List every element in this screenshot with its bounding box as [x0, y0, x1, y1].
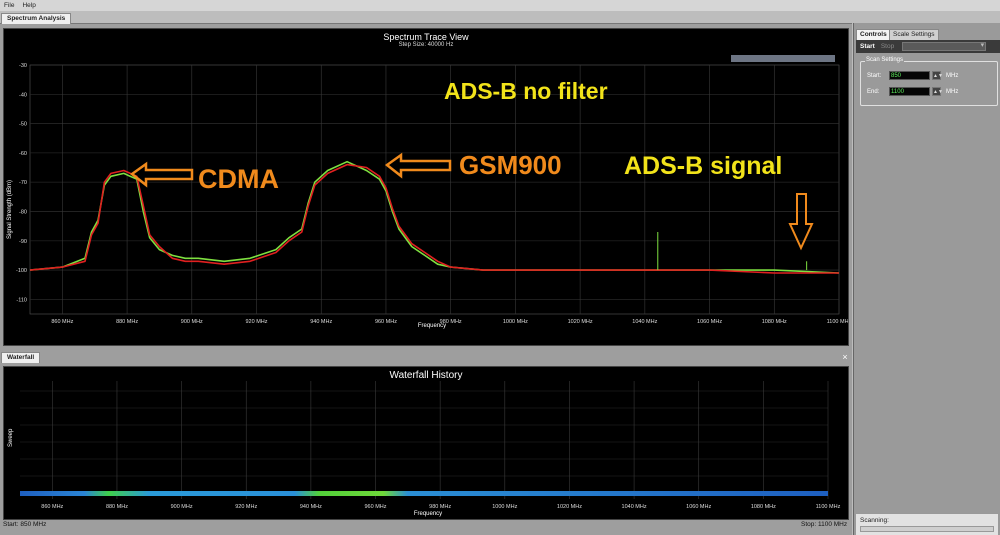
waterfall-x-tick-label: 1100 MHz — [816, 504, 841, 510]
annotation-adsb: ADS-B signal — [624, 152, 782, 180]
x-tick-label: 1080 MHz — [762, 319, 787, 325]
y-axis-label: Signal Strength (dBm) — [7, 180, 13, 239]
x-tick-label: 1000 MHz — [503, 319, 528, 325]
end-label: End: — [867, 88, 880, 95]
x-tick-label: 940 MHz — [310, 319, 332, 325]
end-freq-input[interactable]: 1100 — [889, 87, 930, 96]
x-tick-label: 860 MHz — [51, 319, 73, 325]
y-tick-label: -40 — [19, 92, 27, 98]
plot-frame — [29, 64, 840, 315]
start-button[interactable]: Start — [860, 43, 875, 50]
tab-waterfall[interactable]: Waterfall — [1, 352, 41, 363]
y-tick-label: -30 — [19, 63, 27, 69]
spectrum-trace-panel: Spectrum Trace View Step Size: 40000 Hz … — [3, 28, 849, 346]
x-tick-label: 880 MHz — [116, 319, 138, 325]
annotation-cdma: CDMA — [198, 164, 279, 194]
tab-controls[interactable]: Controls — [856, 29, 891, 40]
scanning-progress-bar — [860, 526, 994, 532]
x-tick-label: 960 MHz — [375, 319, 397, 325]
waterfall-x-tick-label: 960 MHz — [365, 504, 387, 510]
x-tick-label: 900 MHz — [181, 319, 203, 325]
scanning-status: Scanning: — [856, 513, 998, 535]
waterfall-x-tick-label: 1040 MHz — [622, 504, 647, 510]
waterfall-x-tick-label: 920 MHz — [235, 504, 257, 510]
tab-spectrum-analysis[interactable]: Spectrum Analysis — [1, 13, 72, 24]
arrow-left-cdma-icon — [129, 161, 194, 188]
waterfall-x-tick-label: 900 MHz — [171, 504, 193, 510]
y-tick-label: -50 — [19, 122, 27, 128]
waterfall-x-tick-label: 1020 MHz — [557, 504, 582, 510]
waterfall-band — [20, 491, 828, 496]
close-icon[interactable]: × — [840, 352, 850, 363]
waterfall-x-tick-label: 1000 MHz — [492, 504, 517, 510]
end-spinner-icon[interactable]: ▲▼ — [932, 87, 943, 96]
x-tick-label: 920 MHz — [246, 319, 268, 325]
waterfall-x-tick-label: 880 MHz — [106, 504, 128, 510]
scan-settings-group: Scan Settings Start: 850 ▲▼ MHz End: 110… — [860, 57, 998, 106]
spectrum-chart: -30 -40 -50 -60 -70 -80 -90 -100 -110 860 MHz 880… — [7, 63, 848, 329]
y-tick-label: -90 — [19, 239, 27, 245]
controls-toolbar: Start Stop — [856, 40, 1000, 53]
start-unit: MHz — [946, 72, 959, 79]
device-dropdown[interactable] — [902, 41, 987, 51]
start-label: Start: — [867, 72, 882, 79]
waterfall-x-tick-label: 980 MHz — [429, 504, 451, 510]
menu-help[interactable]: Help — [22, 2, 35, 9]
menu-bar: File Help — [0, 0, 1000, 11]
annotation-gsm: GSM900 — [459, 150, 562, 180]
arrow-down-adsb-icon — [788, 193, 814, 251]
waterfall-x-tick-label: 940 MHz — [300, 504, 322, 510]
waterfall-x-tick-label: 1080 MHz — [751, 504, 776, 510]
waterfall-y-label: Sweep — [8, 428, 14, 447]
start-spinner-icon[interactable]: ▲▼ — [932, 71, 943, 80]
tab-scale-settings[interactable]: Scale Settings — [889, 29, 939, 40]
end-unit: MHz — [946, 88, 959, 95]
x-tick-label: 1020 MHz — [568, 319, 593, 325]
status-start: Start: 850 MHz — [3, 521, 47, 528]
y-tick-label: -100 — [16, 268, 27, 274]
status-stop: Stop: 1100 MHz — [801, 521, 848, 528]
end-row: End: 1100 ▲▼ MHz — [867, 87, 958, 96]
waterfall-x-tick-label: 1060 MHz — [686, 504, 711, 510]
x-axis-label: Frequency — [418, 323, 446, 329]
waterfall-x-tick-label: 860 MHz — [41, 504, 63, 510]
scan-settings-label: Scan Settings — [865, 57, 905, 63]
y-tick-label: -80 — [19, 209, 27, 215]
start-row: Start: 850 ▲▼ MHz — [867, 71, 958, 80]
waterfall-x-label: Frequency — [414, 511, 442, 517]
waterfall-panel: Waterfall History 860 MHz 880 MHz 900 MHz 9… — [3, 366, 849, 520]
y-tick-label: -70 — [19, 180, 27, 186]
annotation-title: ADS-B no filter — [444, 78, 608, 104]
menu-file[interactable]: File — [4, 2, 14, 9]
trace-line — [29, 163, 839, 274]
waterfall-chart: 860 MHz 880 MHz 900 MHz 920 MHz 940 MHz 960 M… — [8, 381, 841, 517]
arrow-left-gsm-icon — [384, 152, 452, 179]
x-tick-label: 1040 MHz — [632, 319, 657, 325]
stop-button[interactable]: Stop — [881, 43, 894, 50]
x-tick-label: 1060 MHz — [697, 319, 722, 325]
x-tick-label: 1100 MHz — [827, 319, 848, 325]
scanning-label: Scanning: — [860, 517, 889, 524]
y-tick-label: -110 — [16, 297, 27, 303]
y-tick-label: -60 — [19, 151, 27, 157]
start-freq-input[interactable]: 850 — [889, 71, 930, 80]
